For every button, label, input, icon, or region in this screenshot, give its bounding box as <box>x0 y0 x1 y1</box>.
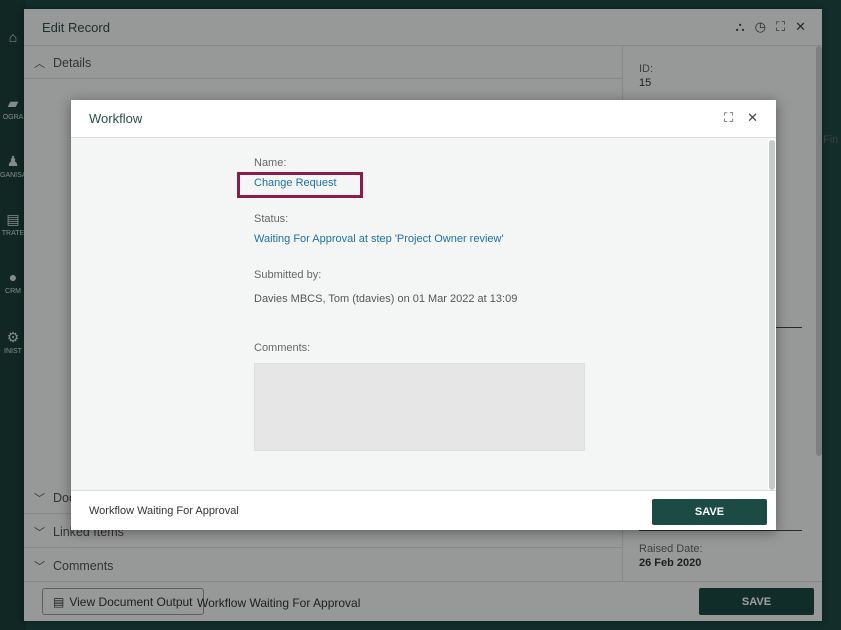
workflow-status-text: Workflow Waiting For Approval <box>89 505 239 517</box>
workflow-dialog-title: Workflow <box>89 111 143 126</box>
save-button[interactable]: SAVE <box>652 499 767 525</box>
workflow-dialog-body: Name: Change Request Status: Waiting For… <box>71 138 776 490</box>
scrollbar[interactable] <box>768 138 776 490</box>
close-icon[interactable]: ✕ <box>747 110 758 126</box>
name-label: Name: <box>254 157 287 169</box>
workflow-dialog-header: Workflow ⛶ ✕ <box>71 100 776 138</box>
submitted-by-value: Davies MBCS, Tom (tdavies) on 01 Mar 202… <box>254 293 518 305</box>
workflow-name-link[interactable]: Change Request <box>254 177 337 189</box>
workflow-status-link[interactable]: Waiting For Approval at step 'Project Ow… <box>254 233 504 245</box>
workflow-dialog-footer: Workflow Waiting For Approval SAVE <box>71 490 776 530</box>
status-label: Status: <box>254 213 289 225</box>
submitted-by-label: Submitted by: <box>254 269 322 281</box>
comments-textarea[interactable] <box>254 363 585 451</box>
scrollbar-thumb[interactable] <box>769 140 775 490</box>
comments-label: Comments: <box>254 342 311 354</box>
workflow-dialog-toolbar: ⛶ ✕ <box>724 110 758 126</box>
expand-icon[interactable]: ⛶ <box>724 110 733 126</box>
workflow-dialog: Workflow ⛶ ✕ Name: Change Request Status… <box>71 100 776 530</box>
